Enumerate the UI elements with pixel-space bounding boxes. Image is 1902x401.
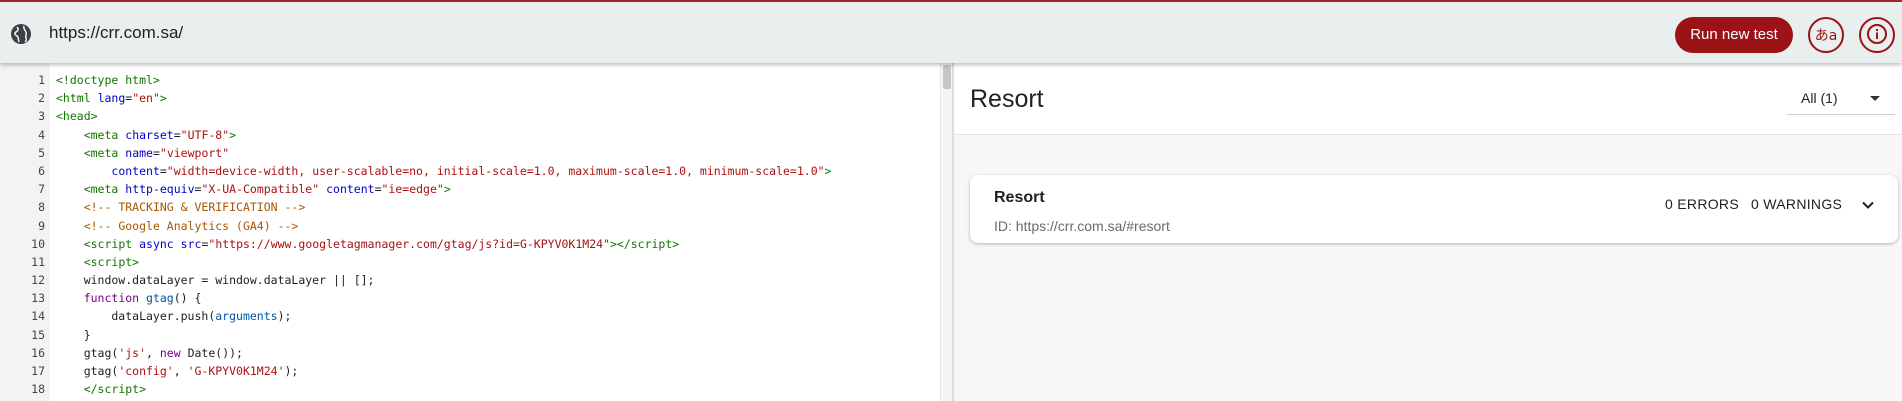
line-number: 9 xyxy=(38,218,45,233)
line-number: 11 xyxy=(31,254,45,269)
code-text: gtag('config', 'G-KPYV0K1M24'); xyxy=(56,364,299,378)
line-number: 12 xyxy=(31,273,45,288)
language-icon: あa xyxy=(1814,28,1838,44)
result-card[interactable]: Resort ID: https://crr.com.sa/#resort 0 … xyxy=(970,175,1898,243)
top-bar: https://crr.com.sa/ Run new test あa xyxy=(0,0,1902,63)
code-text: <meta charset="UTF-8"> xyxy=(83,127,237,142)
line-number: 7 xyxy=(38,182,45,197)
line-number: 1 xyxy=(38,73,45,87)
code-text: } xyxy=(56,327,91,342)
line-number: 3 xyxy=(38,109,45,124)
result-card-id: ID: https://crr.com.sa/#resort xyxy=(994,218,1170,234)
line-number: 15 xyxy=(31,327,45,342)
filter-value: All (1) xyxy=(1801,90,1838,106)
line-number: 18 xyxy=(31,382,45,397)
results-panel: Resort All (1) Resort ID: https://crr.co… xyxy=(954,63,1902,401)
run-new-test-button[interactable]: Run new test xyxy=(1675,17,1793,53)
url-text: https://crr.com.sa/ xyxy=(49,23,184,42)
line-number: 8 xyxy=(38,200,45,215)
line-number: 10 xyxy=(31,236,45,251)
source-code-panel[interactable]: 1 <!doctype html> 2 <html lang="en"> 3 <head>… xyxy=(0,63,952,401)
line-number: 13 xyxy=(31,291,45,306)
chevron-down-icon[interactable] xyxy=(1858,195,1878,215)
filter-dropdown[interactable]: All (1) xyxy=(1787,83,1895,115)
info-icon xyxy=(1866,23,1888,48)
code-text: <head> xyxy=(56,109,98,124)
info-button[interactable] xyxy=(1859,17,1895,53)
results-title: Resort xyxy=(970,85,1044,113)
results-header: Resort All (1) xyxy=(954,63,1902,135)
warnings-count: 0 WARNINGS xyxy=(1751,196,1843,212)
errors-count: 0 ERRORS xyxy=(1665,196,1739,212)
line-number: 16 xyxy=(31,345,45,360)
code-text: <meta name="viewport" xyxy=(83,145,230,160)
line-number: 17 xyxy=(31,364,45,378)
line-number: 14 xyxy=(31,309,45,324)
line-number: 5 xyxy=(38,145,45,160)
code-text: <!doctype html> xyxy=(56,73,160,87)
code-text: dataLayer.push(arguments); xyxy=(56,309,292,324)
result-card-title: Resort xyxy=(994,189,1045,206)
code-text: <script async src="https://www.googletag… xyxy=(83,236,680,251)
code-text: function gtag() { xyxy=(83,291,202,306)
line-number: 2 xyxy=(38,91,45,106)
code-text: content="width=device-width, user-scalab… xyxy=(111,163,832,178)
code-scrollbar[interactable] xyxy=(940,63,952,401)
line-number: 4 xyxy=(38,127,45,142)
language-button[interactable]: あa xyxy=(1808,17,1844,53)
line-number: 6 xyxy=(38,163,45,178)
code-scrollbar-thumb[interactable] xyxy=(943,65,951,89)
code-text: <meta http-equiv="X-UA-Compatible" conte… xyxy=(83,182,451,197)
code-text: window.dataLayer = window.dataLayer || [… xyxy=(56,273,375,288)
caret-down-icon xyxy=(1870,96,1880,101)
code-text: <script> xyxy=(83,254,140,269)
code-text: <html lang="en"> xyxy=(56,91,167,106)
code-text: <!-- TRACKING & VERIFICATION --> xyxy=(83,200,306,215)
code-text: <!-- Google Analytics (GA4) --> xyxy=(83,218,299,233)
code-text: </script> xyxy=(83,382,147,397)
code-text: gtag('js', new Date()); xyxy=(56,345,243,360)
globe-icon xyxy=(9,22,33,46)
